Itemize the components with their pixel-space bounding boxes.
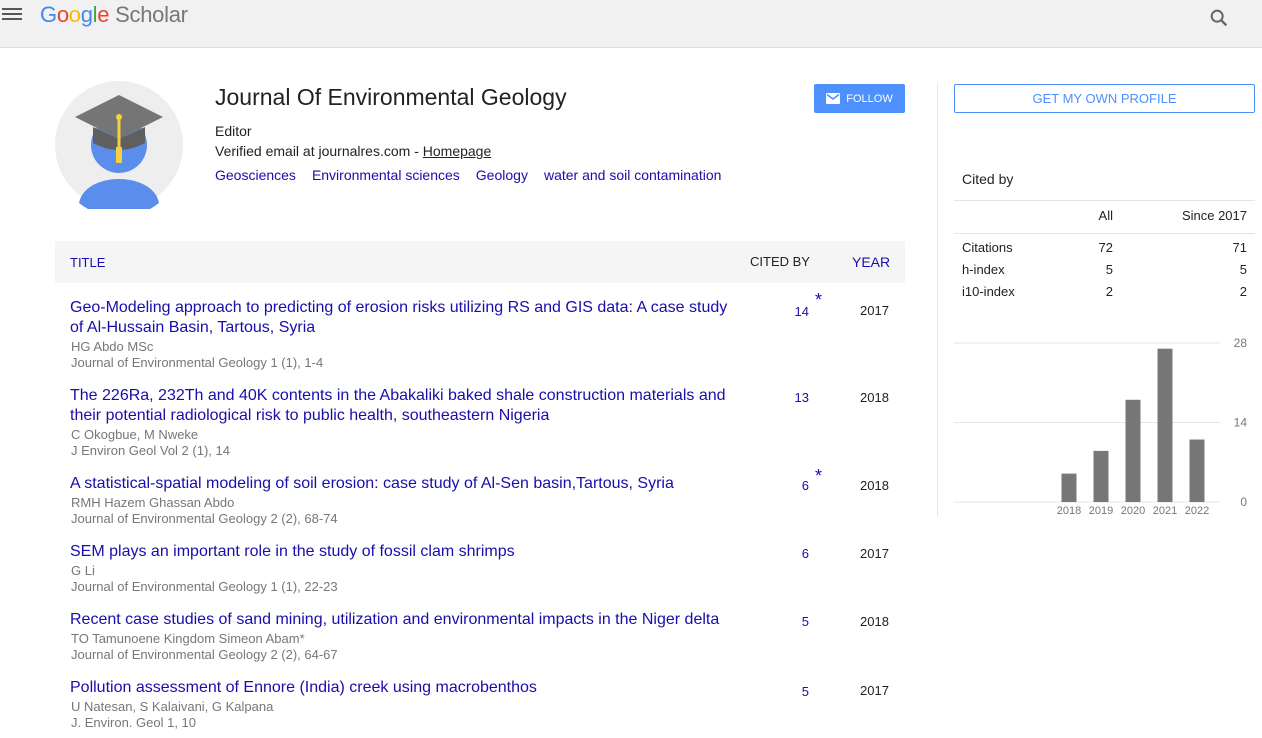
merged-citation-star[interactable]: * <box>815 290 822 311</box>
article-venue: Journal of Environmental Geology 2 (2), … <box>71 647 338 662</box>
hamburger-menu-icon[interactable] <box>2 8 22 24</box>
chart-x-tick-label: 2018 <box>1057 505 1081 517</box>
divider <box>954 200 1255 201</box>
stats-header-all: All <box>1098 208 1113 223</box>
stats-row-h-index: h-index 5 5 <box>954 258 1255 278</box>
get-my-own-profile-button[interactable]: GET MY OWN PROFILE <box>954 84 1255 113</box>
article-title[interactable]: Pollution assessment of Ennore (India) c… <box>70 678 740 698</box>
article-year: 2018 <box>860 390 889 405</box>
stats-since: 5 <box>1239 262 1247 277</box>
cited-by-count[interactable]: 6 <box>802 478 809 493</box>
chart-bar[interactable] <box>1093 450 1109 502</box>
articles-table-header: TITLE CITED BY YEAR <box>55 241 905 283</box>
merged-citation-star[interactable]: * <box>815 466 822 487</box>
stats-all: 72 <box>1098 240 1113 255</box>
homepage-link[interactable]: Homepage <box>423 143 492 159</box>
interest-geology[interactable]: Geology <box>476 167 528 183</box>
logo-letter: e <box>97 2 110 27</box>
logo-letter: G <box>40 2 57 27</box>
citation-stats-table: All Since 2017 Citations 72 71 h-index 5… <box>954 208 1255 300</box>
interest-geosciences[interactable]: Geosciences <box>215 167 296 183</box>
article-authors: G Li <box>71 563 95 578</box>
stats-label[interactable]: i10-index <box>962 284 1015 299</box>
profile-name: Journal Of Environmental Geology <box>215 84 567 110</box>
article-authors: RMH Hazem Ghassan Abdo <box>71 495 235 510</box>
chart-x-tick-label: 2020 <box>1121 505 1145 517</box>
interest-environmental-sciences[interactable]: Environmental sciences <box>312 167 460 183</box>
chart-x-tick-label: 2022 <box>1185 505 1209 517</box>
stats-label[interactable]: h-index <box>962 262 1005 277</box>
column-divider <box>937 83 938 516</box>
chart-x-tick-label: 2019 <box>1089 505 1113 517</box>
envelope-icon <box>826 93 841 104</box>
article-title[interactable]: Recent case studies of sand mining, util… <box>70 610 740 630</box>
logo-letter: o <box>56 2 69 27</box>
email-text: Verified email at journalres.com - <box>215 143 423 159</box>
article-title[interactable]: The 226Ra, 232Th and 40K contents in the… <box>70 386 740 426</box>
article-year: 2017 <box>860 303 889 318</box>
stats-all: 2 <box>1105 284 1113 299</box>
article-venue: Journal of Environmental Geology 1 (1), … <box>71 355 324 370</box>
follow-button[interactable]: FOLLOW <box>814 84 905 113</box>
stats-since: 2 <box>1239 284 1247 299</box>
cited-by-title: Cited by <box>962 171 1014 187</box>
logo-letter: g <box>80 2 93 27</box>
sort-by-year[interactable]: YEAR <box>852 254 890 270</box>
article-authors: TO Tamunoene Kingdom Simeon Abam* <box>71 631 305 646</box>
chart-y-tick-label: 0 <box>1240 495 1247 509</box>
chart-y-tick-label: 28 <box>1234 336 1248 350</box>
cited-by-count[interactable]: 5 <box>802 614 809 629</box>
stats-row-citations: Citations 72 71 <box>954 236 1255 256</box>
interests-list: Geosciences Environmental sciences Geolo… <box>215 167 721 183</box>
article-year: 2018 <box>860 614 889 629</box>
article-year: 2017 <box>860 683 889 698</box>
article-title[interactable]: SEM plays an important role in the study… <box>70 542 740 562</box>
search-icon[interactable] <box>1208 7 1230 29</box>
article-year: 2018 <box>860 478 889 493</box>
citations-per-year-chart: 0 14 28 2018 2019 2020 2021 2022 <box>954 335 1255 520</box>
chart-bar[interactable] <box>1061 473 1077 502</box>
stats-label[interactable]: Citations <box>962 240 1013 255</box>
cited-by-count[interactable]: 5 <box>802 684 809 699</box>
article-venue: Journal of Environmental Geology 1 (1), … <box>71 579 338 594</box>
follow-label: FOLLOW <box>846 92 893 105</box>
profile-email: Verified email at journalres.com - Homep… <box>215 143 491 159</box>
stats-since: 71 <box>1232 240 1247 255</box>
article-title[interactable]: A statistical-spatial modeling of soil e… <box>70 474 740 494</box>
sort-by-title[interactable]: TITLE <box>70 255 105 270</box>
article-venue: Journal of Environmental Geology 2 (2), … <box>71 511 338 526</box>
stats-header: All Since 2017 <box>954 208 1255 234</box>
article-authors: HG Abdo MSc <box>71 339 154 354</box>
article-year: 2017 <box>860 546 889 561</box>
citations-chart-svg: 0 14 28 2018 2019 2020 2021 2022 <box>954 336 1248 517</box>
cited-by-count[interactable]: 14 <box>795 304 809 319</box>
article-title[interactable]: Geo-Modeling approach to predicting of e… <box>70 298 740 338</box>
article-venue: J Environ Geol Vol 2 (1), 14 <box>71 443 230 458</box>
chart-bar[interactable] <box>1189 439 1205 502</box>
google-scholar-logo[interactable]: Google Scholar <box>40 2 188 28</box>
chart-y-tick-label: 14 <box>1234 416 1248 430</box>
logo-letter: o <box>68 2 81 27</box>
stats-all: 5 <box>1105 262 1113 277</box>
logo-scholar-text: Scholar <box>115 2 188 27</box>
chart-bar[interactable] <box>1125 399 1141 502</box>
profile-affiliation: Editor <box>215 123 252 139</box>
interest-water-soil-contamination[interactable]: water and soil contamination <box>544 167 721 183</box>
article-venue: J. Environ. Geol 1, 10 <box>71 715 197 730</box>
article-authors: C Okogbue, M Nweke <box>71 427 199 442</box>
sort-by-cited[interactable]: CITED BY <box>750 254 810 269</box>
top-bar: Google Scholar <box>0 0 1262 48</box>
stats-row-i10-index: i10-index 2 2 <box>954 280 1255 300</box>
cited-by-count[interactable]: 13 <box>795 390 809 405</box>
stats-header-since: Since 2017 <box>1181 208 1247 223</box>
cited-by-count[interactable]: 6 <box>802 546 809 561</box>
article-authors: U Natesan, S Kalaivani, G Kalpana <box>71 699 274 714</box>
chart-bar[interactable] <box>1157 348 1173 502</box>
chart-x-tick-label: 2021 <box>1153 505 1177 517</box>
avatar <box>55 81 183 218</box>
